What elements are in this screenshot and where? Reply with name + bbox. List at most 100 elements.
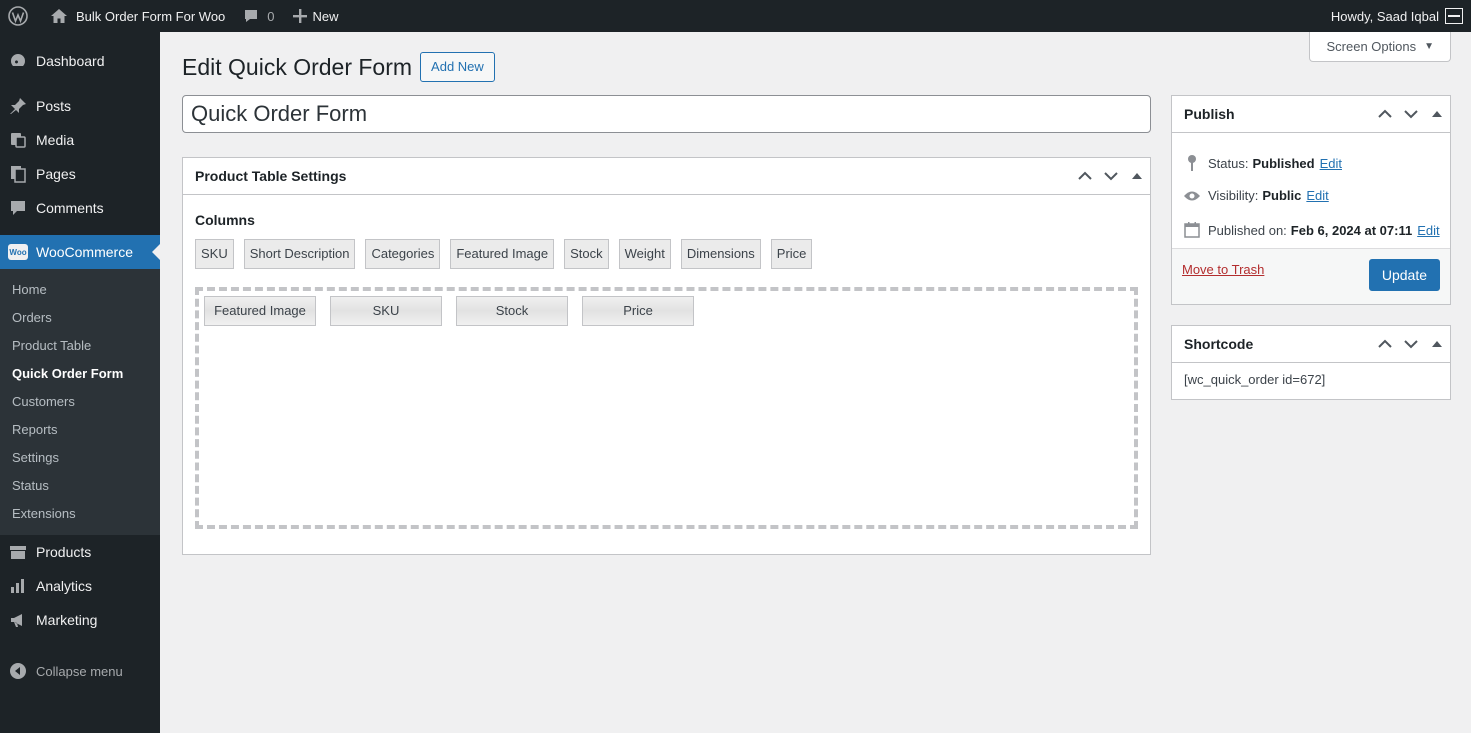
move-up-button[interactable] — [1372, 96, 1398, 133]
postbox-title: Product Table Settings — [195, 168, 347, 184]
screen-options-button[interactable]: Screen Options ▼ — [1309, 32, 1451, 62]
menu-analytics[interactable]: Analytics — [0, 569, 160, 603]
menu-label: Pages — [36, 166, 76, 182]
menu-label: Dashboard — [36, 53, 105, 69]
published-on-row: Published on: Feb 6, 2024 at 07:11 Edit — [1182, 222, 1440, 238]
menu-woocommerce[interactable]: Woo WooCommerce — [0, 235, 160, 269]
chevron-down-icon — [1404, 340, 1418, 349]
menu-posts[interactable]: Posts — [0, 89, 160, 123]
chevron-down-icon — [1104, 172, 1118, 181]
media-icon — [8, 130, 28, 150]
edit-date-link[interactable]: Edit — [1417, 223, 1439, 238]
handle-actions — [1372, 96, 1450, 133]
publish-box: Publish Status: Published Edit Visibilit… — [1171, 95, 1451, 305]
visibility-row: Visibility: Public Edit — [1182, 188, 1329, 203]
eye-icon — [1182, 190, 1202, 202]
selected-column-featured-image[interactable]: Featured Image — [204, 296, 316, 326]
pin-icon — [1182, 154, 1202, 172]
columns-label: Columns — [195, 212, 255, 228]
column-chip-categories[interactable]: Categories — [365, 239, 441, 269]
submenu-item-settings[interactable]: Settings — [0, 444, 160, 472]
submenu-item-reports[interactable]: Reports — [0, 416, 160, 444]
collapse-label: Collapse menu — [36, 663, 123, 679]
main-content: Screen Options ▼ Edit Quick Order Form A… — [160, 32, 1471, 733]
handle-actions — [1072, 158, 1150, 195]
triangle-up-icon — [1432, 111, 1442, 117]
published-on-label: Published on: — [1208, 222, 1287, 238]
move-to-trash-link[interactable]: Move to Trash — [1182, 262, 1264, 277]
toggle-panel-button[interactable] — [1424, 326, 1450, 363]
publish-actions: Move to Trash Update — [1172, 248, 1450, 304]
comment-bubble-icon — [243, 8, 259, 24]
chevron-down-icon — [1404, 110, 1418, 119]
submenu-item-status[interactable]: Status — [0, 472, 160, 500]
archive-icon — [8, 542, 28, 562]
submenu-item-home[interactable]: Home — [0, 276, 160, 304]
submenu-item-customers[interactable]: Customers — [0, 388, 160, 416]
move-down-button[interactable] — [1098, 158, 1124, 195]
page-title: Edit Quick Order Form — [182, 53, 413, 80]
available-columns-list: SKU Short Description Categories Feature… — [195, 239, 822, 269]
plus-icon — [292, 9, 307, 23]
menu-products[interactable]: Products — [0, 535, 160, 569]
shortcode-value[interactable]: [wc_quick_order id=672] — [1184, 372, 1325, 387]
collapse-menu-button[interactable]: Collapse menu — [0, 654, 160, 688]
wordpress-logo-icon[interactable] — [0, 0, 36, 32]
home-icon — [50, 8, 68, 24]
postbox-title: Shortcode — [1184, 336, 1254, 352]
selected-columns-list: Featured Image SKU Stock Price — [204, 296, 708, 326]
column-chip-weight[interactable]: Weight — [618, 239, 671, 269]
toggle-panel-button[interactable] — [1124, 158, 1150, 195]
column-chip-dimensions[interactable]: Dimensions — [680, 239, 761, 269]
selected-column-sku[interactable]: SKU — [330, 296, 442, 326]
site-name-link[interactable]: Bulk Order Form For Woo — [36, 0, 233, 32]
column-chip-short-description[interactable]: Short Description — [243, 239, 356, 269]
title-input[interactable]: Quick Order Form — [182, 95, 1151, 133]
column-chip-stock[interactable]: Stock — [564, 239, 609, 269]
collapse-arrow-icon — [8, 661, 28, 681]
my-account-link[interactable]: Howdy, Saad Iqbal — [1323, 0, 1471, 32]
selected-columns-dropzone[interactable]: Featured Image SKU Stock Price — [195, 287, 1138, 529]
shortcode-box: Shortcode [wc_quick_order id=672] — [1171, 325, 1451, 400]
admin-menu: Dashboard Posts Media Pages Comments Woo… — [0, 32, 160, 733]
move-up-button[interactable] — [1072, 158, 1098, 195]
menu-media[interactable]: Media — [0, 123, 160, 157]
submenu-item-quick-order-form[interactable]: Quick Order Form — [0, 360, 160, 388]
add-new-button[interactable]: Add New — [420, 52, 495, 82]
handle-actions — [1372, 326, 1450, 363]
chevron-up-icon — [1378, 339, 1392, 348]
update-button[interactable]: Update — [1368, 259, 1440, 291]
selected-column-stock[interactable]: Stock — [456, 296, 568, 326]
menu-comments[interactable]: Comments — [0, 191, 160, 225]
submenu-item-product-table[interactable]: Product Table — [0, 332, 160, 360]
postbox-header: Product Table Settings — [183, 158, 1150, 195]
bar-chart-icon — [8, 576, 28, 596]
submenu-item-extensions[interactable]: Extensions — [0, 500, 160, 528]
selected-column-price[interactable]: Price — [582, 296, 694, 326]
column-chip-price[interactable]: Price — [770, 239, 813, 269]
column-chip-sku[interactable]: SKU — [195, 239, 234, 269]
menu-dashboard[interactable]: Dashboard — [0, 44, 160, 78]
toggle-panel-button[interactable] — [1424, 96, 1450, 133]
comments-link[interactable]: 0 — [233, 0, 282, 32]
caret-down-icon: ▼ — [1424, 41, 1434, 52]
menu-pages[interactable]: Pages — [0, 157, 160, 191]
greeting: Howdy, Saad Iqbal — [1330, 8, 1439, 24]
edit-visibility-link[interactable]: Edit — [1306, 188, 1328, 203]
postbox-header: Publish — [1172, 96, 1450, 133]
move-down-button[interactable] — [1398, 326, 1424, 363]
menu-label: Comments — [36, 200, 104, 216]
column-chip-featured-image[interactable]: Featured Image — [450, 239, 555, 269]
dashboard-icon — [8, 51, 28, 71]
postbox-header: Shortcode — [1172, 326, 1450, 363]
edit-status-link[interactable]: Edit — [1320, 156, 1342, 171]
pages-icon — [8, 164, 28, 184]
menu-marketing[interactable]: Marketing — [0, 603, 160, 637]
menu-label: Marketing — [36, 612, 98, 628]
submenu-item-orders[interactable]: Orders — [0, 304, 160, 332]
new-content-link[interactable]: New — [283, 0, 347, 32]
move-down-button[interactable] — [1398, 96, 1424, 133]
comment-icon — [8, 198, 28, 218]
visibility-label: Visibility: — [1208, 188, 1259, 203]
move-up-button[interactable] — [1372, 326, 1398, 363]
